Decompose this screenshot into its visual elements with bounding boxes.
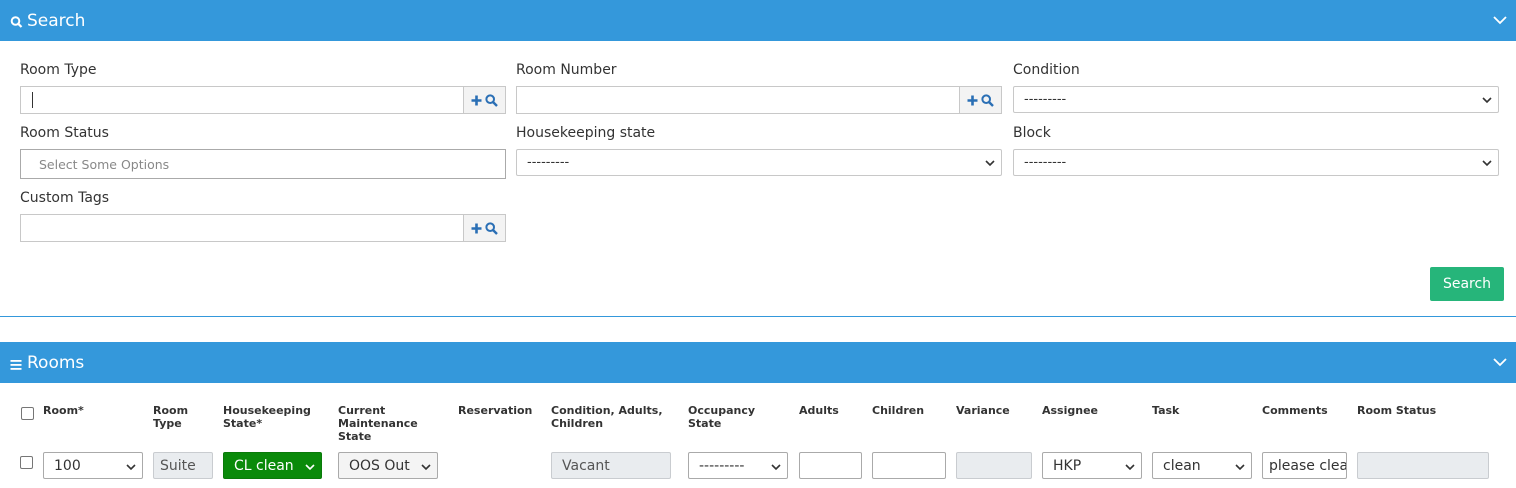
column-header-room-status[interactable]: Room Status — [1357, 404, 1467, 417]
column-header-children[interactable]: Children — [872, 404, 942, 417]
search-icon — [10, 16, 23, 28]
children-input[interactable] — [872, 452, 946, 479]
column-header-occupancy-state[interactable]: Occupancy State — [688, 404, 768, 430]
condition-readonly: Vacant — [551, 452, 671, 479]
column-header-assignee[interactable]: Assignee — [1042, 404, 1122, 417]
column-header-maintenance-state[interactable]: Current Maintenance State — [338, 404, 433, 443]
room-status-placeholder: Select Some Options — [39, 156, 170, 172]
block-label: Block — [1013, 125, 1051, 141]
custom-tags-label: Custom Tags — [20, 190, 110, 206]
room-type-value: Suite — [160, 457, 196, 474]
text-cursor — [32, 92, 33, 108]
variance-readonly — [956, 452, 1032, 479]
rooms-panel-header[interactable]: Rooms — [0, 342, 1516, 383]
housekeeping-state-value: CL clean — [234, 457, 294, 474]
chevron-down-icon[interactable] — [1492, 355, 1508, 369]
block-value: --------- — [1024, 155, 1067, 170]
housekeeping-state-value: --------- — [527, 155, 570, 170]
plus-icon — [471, 95, 482, 105]
chevron-down-icon — [305, 464, 315, 471]
chevron-down-icon[interactable] — [1492, 13, 1508, 27]
room-type-input[interactable] — [20, 86, 506, 114]
condition-value: Vacant — [562, 457, 610, 474]
column-header-room[interactable]: Room* — [43, 404, 103, 417]
room-status-readonly — [1357, 452, 1489, 479]
room-status-label: Room Status — [20, 125, 109, 141]
plus-icon — [967, 95, 978, 105]
maintenance-state-value: OOS Out — [349, 457, 410, 474]
room-type-lookup-button[interactable] — [463, 87, 505, 113]
column-header-comments[interactable]: Comments — [1262, 404, 1342, 417]
occupancy-state-select[interactable]: --------- — [688, 452, 788, 479]
room-type-label: Room Type — [20, 62, 97, 78]
column-header-room-type[interactable]: Room Type — [153, 404, 201, 430]
chevron-down-icon — [421, 464, 431, 471]
search-panel-title: Search — [27, 10, 86, 31]
row-checkbox[interactable] — [20, 456, 33, 469]
room-type-readonly: Suite — [153, 452, 213, 479]
condition-label: Condition — [1013, 62, 1080, 78]
room-number-label: Room Number — [516, 62, 617, 78]
assignee-value: HKP — [1053, 457, 1082, 474]
custom-tags-input[interactable] — [20, 214, 506, 242]
housekeeping-state-label: Housekeeping state — [516, 125, 656, 141]
assignee-select[interactable]: HKP — [1042, 452, 1142, 479]
search-icon — [485, 93, 498, 107]
housekeeping-state-select[interactable]: CL clean — [223, 452, 322, 479]
custom-tags-lookup-button[interactable] — [463, 215, 505, 241]
room-select[interactable]: 100 — [43, 452, 143, 479]
task-value: clean — [1163, 457, 1201, 474]
chevron-down-icon — [1482, 97, 1492, 104]
chevron-down-icon — [771, 464, 781, 471]
condition-value: --------- — [1024, 92, 1067, 107]
adults-input[interactable] — [799, 452, 862, 479]
plus-icon — [471, 223, 482, 233]
housekeeping-state-select[interactable]: --------- — [516, 149, 1002, 176]
comments-value: please clea — [1269, 457, 1347, 474]
search-button[interactable]: Search — [1430, 267, 1504, 301]
search-panel-header[interactable]: Search — [0, 0, 1516, 41]
chevron-down-icon — [126, 464, 136, 471]
room-status-multiselect[interactable]: Select Some Options — [20, 149, 506, 179]
rooms-panel-title: Rooms — [27, 352, 85, 373]
column-header-adults[interactable]: Adults — [799, 404, 859, 417]
column-header-housekeeping-state[interactable]: Housekeeping State* — [223, 404, 323, 430]
room-value: 100 — [54, 457, 81, 474]
block-select[interactable]: --------- — [1013, 149, 1499, 176]
column-header-condition[interactable]: Condition, Adults, Children — [551, 404, 676, 430]
condition-select[interactable]: --------- — [1013, 86, 1499, 113]
list-icon — [10, 360, 22, 370]
column-header-task[interactable]: Task — [1152, 404, 1212, 417]
comments-input[interactable]: please clea — [1262, 452, 1347, 479]
chevron-down-icon — [1125, 464, 1135, 471]
section-divider — [0, 316, 1516, 317]
select-all-checkbox[interactable] — [21, 407, 34, 420]
chevron-down-icon — [1482, 160, 1492, 167]
chevron-down-icon — [985, 160, 995, 167]
column-header-variance[interactable]: Variance — [956, 404, 1026, 417]
search-icon — [981, 93, 994, 107]
chevron-down-icon — [1235, 464, 1245, 471]
column-header-reservation[interactable]: Reservation — [458, 404, 548, 417]
search-icon — [485, 221, 498, 235]
room-number-lookup-button[interactable] — [959, 87, 1001, 113]
room-number-input[interactable] — [516, 86, 1002, 114]
occupancy-state-value: --------- — [699, 457, 745, 474]
maintenance-state-select[interactable]: OOS Out — [338, 452, 438, 479]
task-select[interactable]: clean — [1152, 452, 1252, 479]
